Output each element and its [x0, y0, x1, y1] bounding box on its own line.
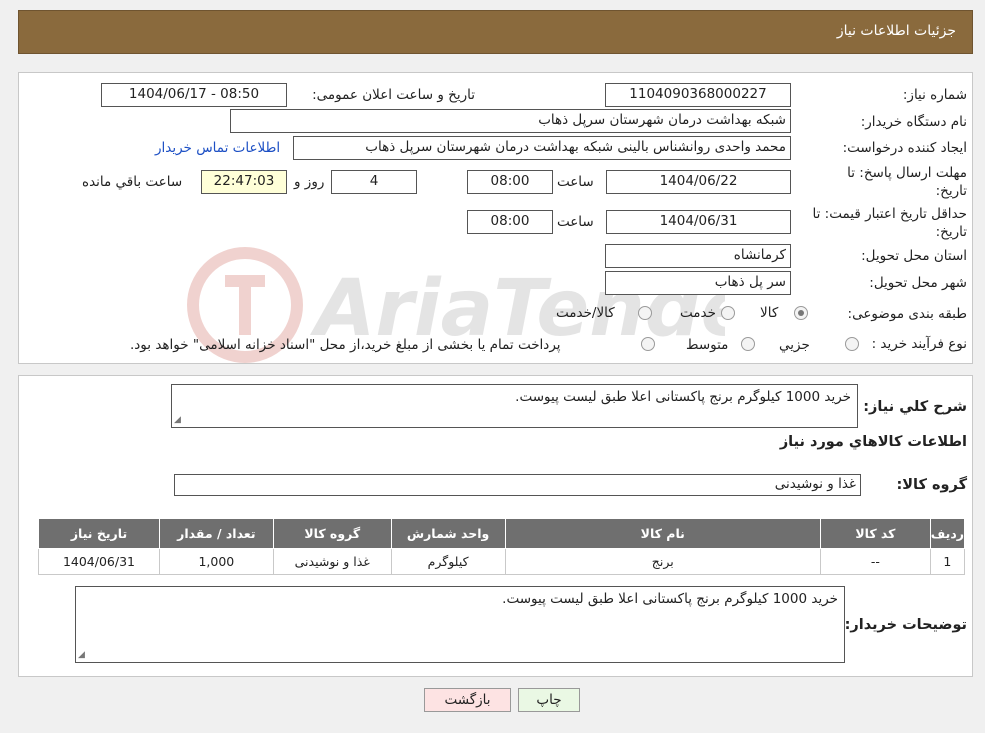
page-header: جزئیات اطلاعات نیاز [18, 10, 973, 54]
col-row: رديف [929, 518, 966, 549]
goods-section-title: اطلاعات کالاهاي مورد نياز [779, 434, 967, 450]
process-label: نوع فرآیند خرید : [871, 336, 967, 352]
col-need-date: تاریخ نیاز [38, 518, 160, 549]
deadline-label: مهلت ارسال پاسخ: تا [847, 165, 967, 181]
cell-name: برنج [504, 548, 821, 575]
need-number-label: شماره نیاز: [902, 87, 967, 103]
print-button[interactable]: چاپ [518, 688, 580, 712]
buyer-notes-text: خرید 1000 کیلوگرم برنج پاکستانی اعلا طبق… [502, 591, 838, 607]
table-row[interactable]: 1 -- برنج کیلوگرم غذا و نوشیدنی 1,000 14… [38, 548, 966, 575]
page-title: جزئیات اطلاعات نیاز [836, 23, 956, 39]
deadline-label-date: تاریخ: [935, 183, 967, 199]
validity-time-label: ساعت [557, 214, 594, 230]
category-radio-goods[interactable] [794, 306, 808, 320]
resize-handle-icon[interactable]: ◢ [174, 416, 183, 425]
col-name: نام کالا [504, 518, 821, 549]
deadline-date-field[interactable]: 1404/06/22 [606, 170, 791, 194]
category-radio-service[interactable] [721, 306, 735, 320]
remaining-time-field[interactable]: 22:47:03 [201, 170, 287, 194]
category-radio-goods-service[interactable] [638, 306, 652, 320]
items-table-wrap: رديف کد کالا نام کالا واحد شمارش گروه کا… [38, 518, 966, 575]
deadline-time-label: ساعت [557, 174, 594, 190]
buyer-contact-link[interactable]: اطلاعات تماس خریدار [155, 140, 280, 156]
col-quantity: تعداد / مقدار [158, 518, 274, 549]
items-table: رديف کد کالا نام کالا واحد شمارش گروه کا… [38, 518, 966, 575]
buyer-notes-textarea[interactable]: خرید 1000 کیلوگرم برنج پاکستانی اعلا طبق… [75, 586, 845, 663]
category-label: طبقه بندی موضوعی: [847, 306, 967, 322]
need-number-field[interactable]: 1104090368000227 [605, 83, 791, 107]
requester-label: ایجاد کننده درخواست: [842, 140, 967, 156]
days-label: روز و [294, 174, 325, 190]
province-label: استان محل تحویل: [861, 248, 967, 264]
requester-field[interactable]: محمد واحدی روانشناس بالینی شبکه بهداشت د… [293, 136, 791, 160]
category-option-goods: کالا [760, 305, 779, 321]
buyer-notes-label: توضیحات خریدار: [844, 617, 967, 633]
col-unit: واحد شمارش [390, 518, 506, 549]
cell-code: -- [819, 548, 931, 575]
validity-label: حداقل تاریخ اعتبار قیمت: تا [812, 206, 967, 222]
cell-group: غذا و نوشیدنی [272, 548, 392, 575]
summary-label: شرح کلي نياز: [863, 399, 967, 415]
summary-textarea[interactable]: خرید 1000 کیلوگرم برنج پاکستانی اعلا طبق… [171, 384, 858, 428]
process-checkbox-treasury[interactable] [641, 337, 655, 351]
col-code: کد کالا [819, 518, 931, 549]
back-button[interactable]: بازگشت [424, 688, 511, 712]
table-header-row: رديف کد کالا نام کالا واحد شمارش گروه کا… [38, 518, 966, 549]
group-field[interactable]: غذا و نوشیدنی [174, 474, 861, 496]
city-label: شهر محل تحویل: [869, 275, 967, 291]
category-option-service: خدمت [680, 305, 716, 321]
process-radio-minor[interactable] [845, 337, 859, 351]
process-option-minor: جزیي [779, 337, 810, 353]
process-radio-medium[interactable] [741, 337, 755, 351]
summary-text: خرید 1000 کیلوگرم برنج پاکستانی اعلا طبق… [515, 389, 851, 405]
validity-date-field[interactable]: 1404/06/31 [606, 210, 791, 234]
category-option-goods-service: کالا/خدمت [556, 305, 615, 321]
cell-row: 1 [929, 548, 966, 575]
buyer-org-field[interactable]: شبکه بهداشت درمان شهرستان سرپل ذهاب [230, 109, 791, 133]
city-field[interactable]: سر پل ذهاب [605, 271, 791, 295]
resize-handle-icon[interactable]: ◢ [78, 651, 87, 660]
group-label: گروه کالا: [896, 477, 967, 493]
validity-label-date: تاریخ: [935, 224, 967, 240]
cell-unit: کیلوگرم [390, 548, 506, 575]
cell-need-date: 1404/06/31 [38, 548, 160, 575]
deadline-time-field[interactable]: 08:00 [467, 170, 553, 194]
buyer-org-label: نام دستگاه خریدار: [860, 114, 967, 130]
remaining-label: ساعت باقي مانده [82, 174, 183, 190]
announce-label: تاریخ و ساعت اعلان عمومی: [312, 87, 475, 103]
cell-quantity: 1,000 [158, 548, 274, 575]
validity-time-field[interactable]: 08:00 [467, 210, 553, 234]
process-option-medium: متوسط [686, 337, 729, 353]
days-remaining-field[interactable]: 4 [331, 170, 417, 194]
province-field[interactable]: کرمانشاه [605, 244, 791, 268]
process-note: پرداخت تمام یا بخشی از مبلغ خرید،از محل … [130, 337, 561, 353]
col-group: گروه کالا [272, 518, 392, 549]
announce-datetime-field[interactable]: 1404/06/17 - 08:50 [101, 83, 287, 107]
